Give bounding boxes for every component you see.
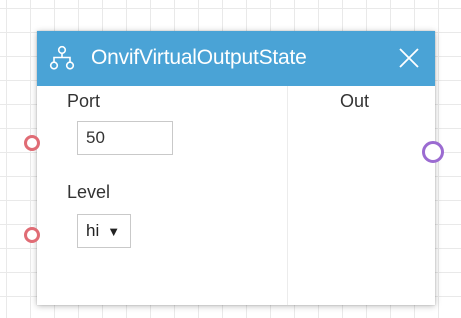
close-icon[interactable] [397, 46, 421, 70]
level-label: Level [67, 182, 111, 202]
port-label: Port [67, 91, 101, 111]
level-select-value: hi [86, 221, 100, 240]
node-card[interactable]: OnvifVirtualOutputState Port Level hi ▼ … [37, 31, 435, 305]
node-header[interactable]: OnvifVirtualOutputState [37, 31, 435, 86]
out-output-connector[interactable] [422, 141, 444, 163]
network-hierarchy-icon [49, 45, 75, 71]
caret-down-icon: ▼ [107, 223, 121, 239]
port-input-connector[interactable] [24, 135, 40, 151]
level-input-connector[interactable] [24, 227, 40, 243]
node-title: OnvifVirtualOutputState [91, 46, 307, 69]
out-label: Out [340, 91, 370, 111]
column-divider [287, 86, 288, 305]
level-select[interactable]: hi ▼ [77, 214, 132, 248]
port-input[interactable] [77, 121, 173, 155]
